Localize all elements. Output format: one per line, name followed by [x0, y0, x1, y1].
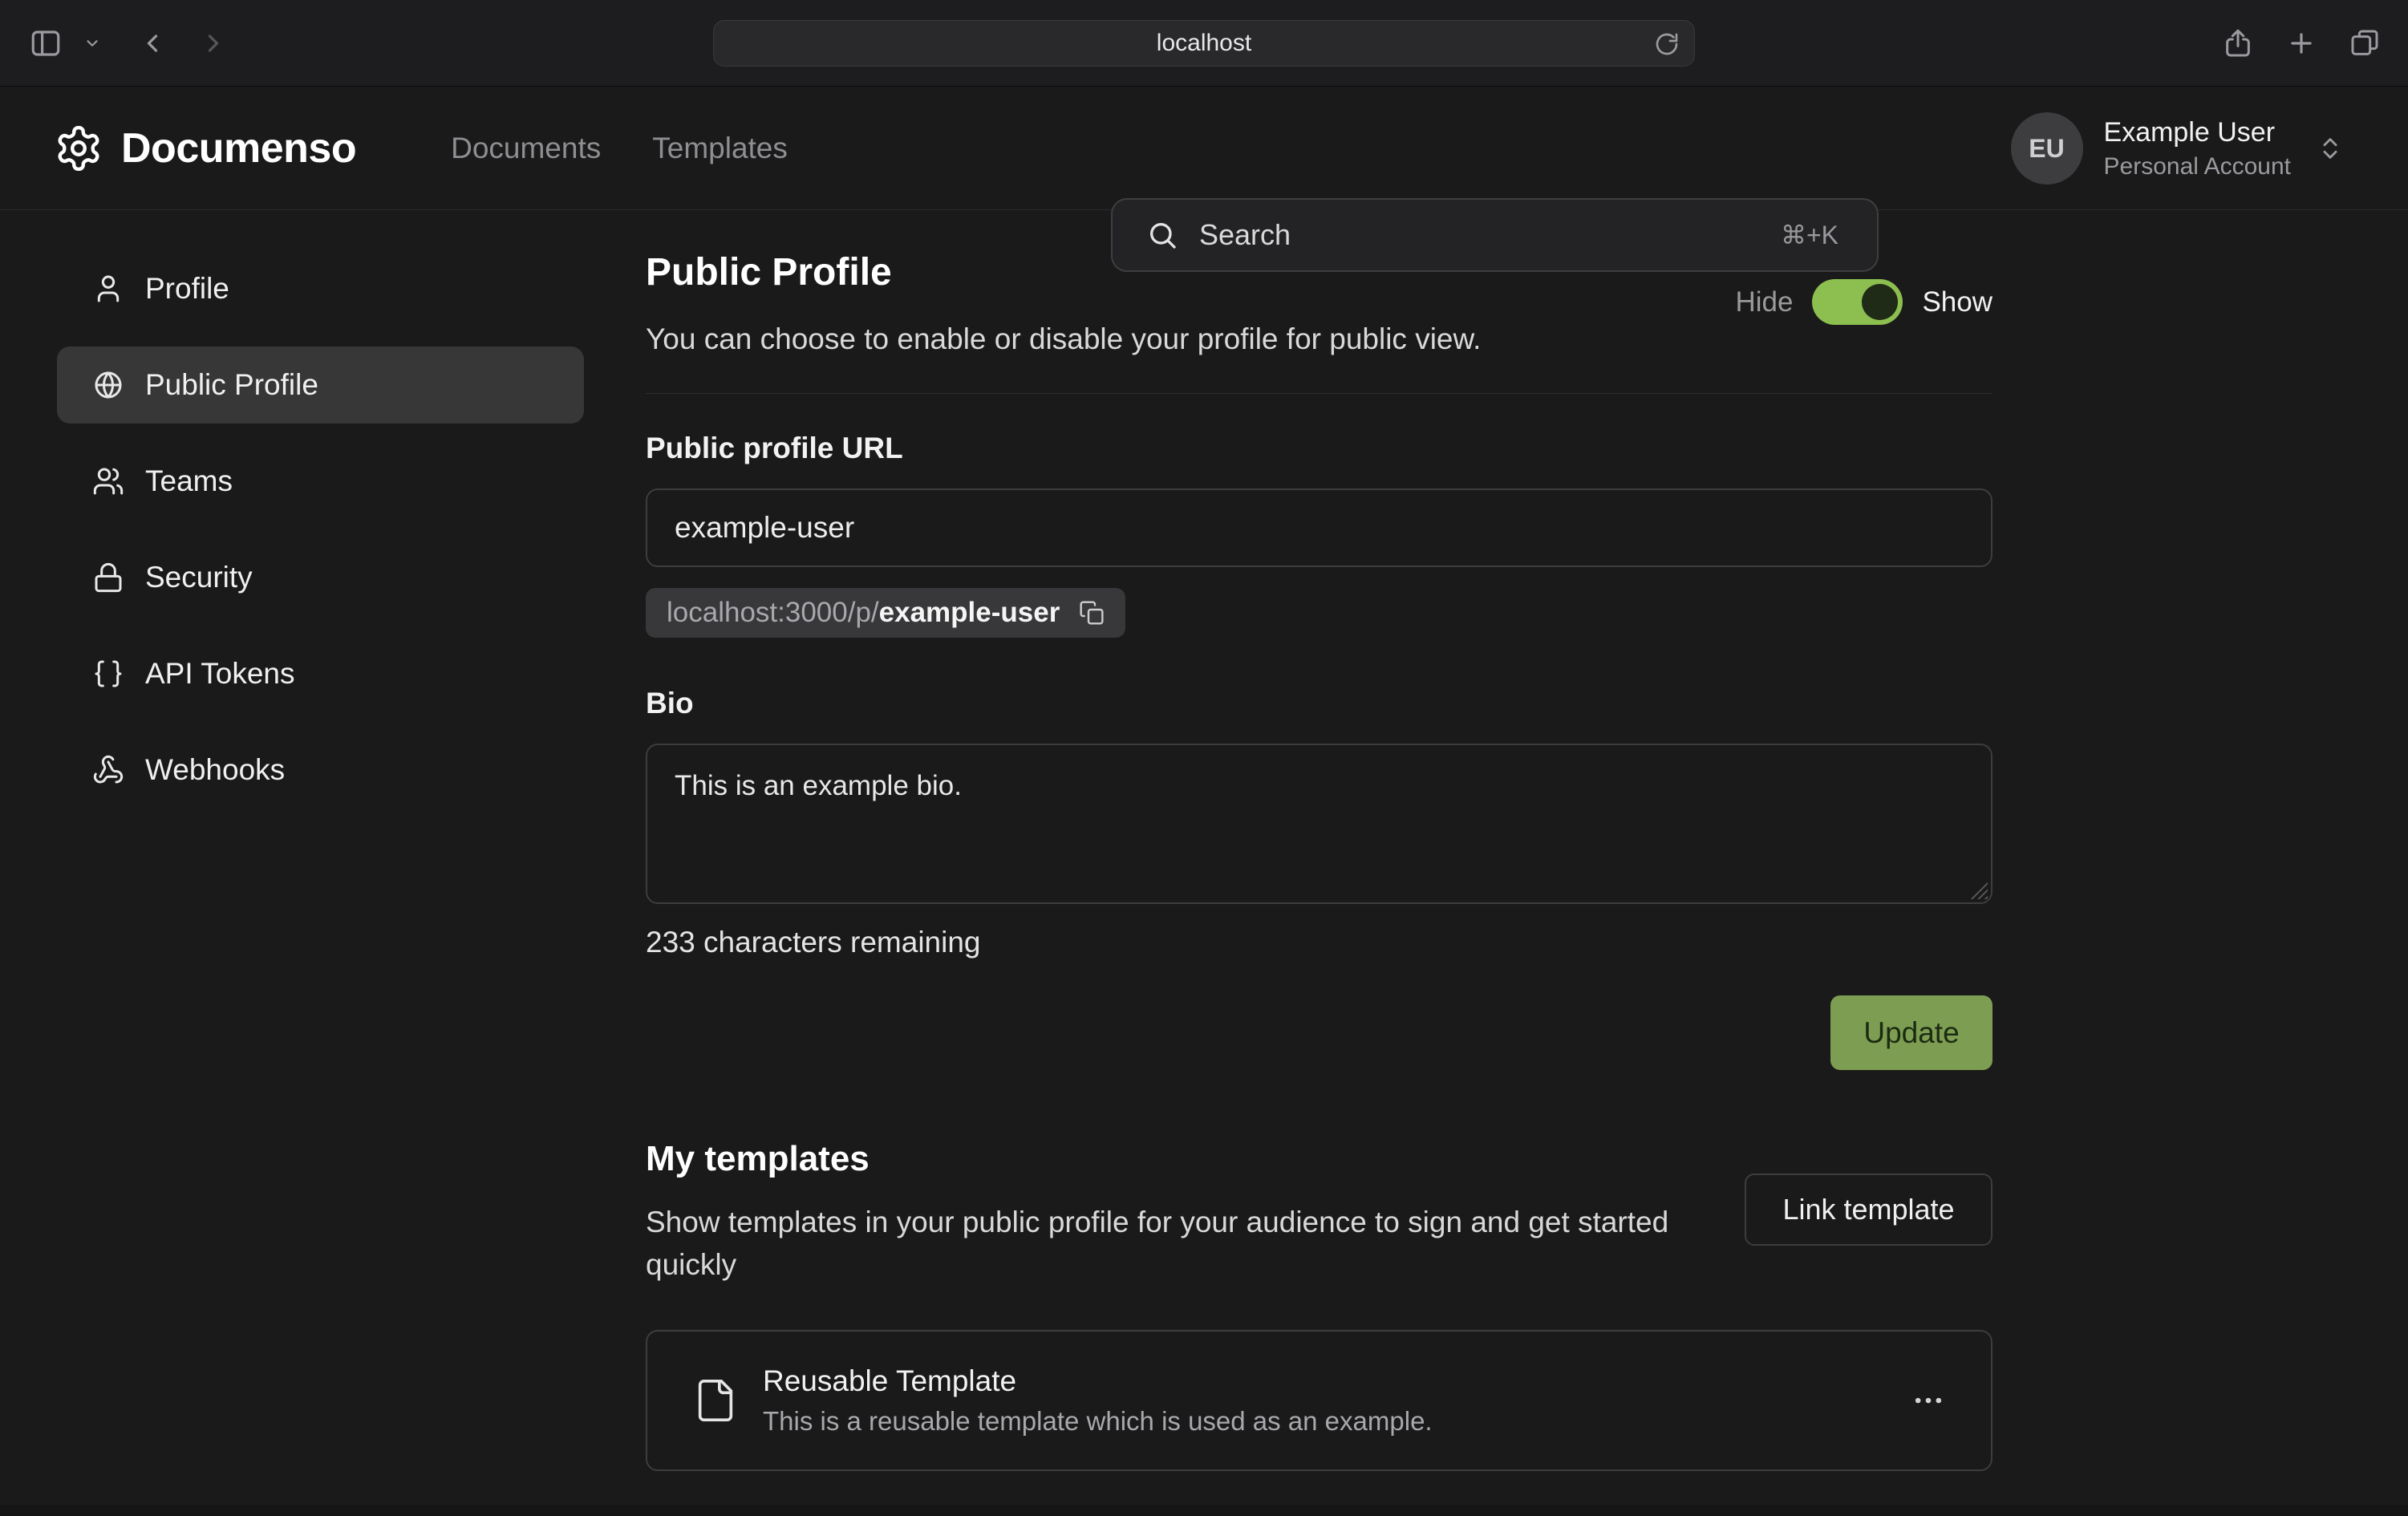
sidebar-item-api-tokens[interactable]: API Tokens	[57, 635, 584, 712]
avatar: EU	[2011, 112, 2083, 184]
template-description: This is a reusable template which is use…	[763, 1406, 1433, 1437]
back-button-icon[interactable]	[138, 29, 167, 58]
section-divider	[646, 393, 1992, 394]
sidebar-item-label: API Tokens	[145, 657, 294, 691]
account-menu[interactable]: EU Example User Personal Account	[2011, 87, 2344, 210]
globe-icon	[92, 369, 124, 401]
url-bar[interactable]: localhost	[713, 20, 1695, 67]
sidebar-item-label: Webhooks	[145, 753, 285, 787]
chevron-down-icon[interactable]	[83, 34, 101, 52]
toggle-knob	[1862, 284, 1898, 320]
brand-name: Documenso	[121, 124, 356, 172]
profile-url-prefix: localhost:3000/p/	[667, 597, 879, 629]
forward-button-icon[interactable]	[199, 29, 228, 58]
nav-documents[interactable]: Documents	[451, 132, 601, 165]
page-subtitle: You can choose to enable or disable your…	[646, 322, 1481, 356]
bio-label: Bio	[646, 687, 694, 720]
visibility-toggle-row: Hide Show	[1735, 279, 1992, 325]
sidebar-item-label: Public Profile	[145, 368, 318, 402]
nav-templates[interactable]: Templates	[652, 132, 788, 165]
public-profile-settings: Public Profile You can choose to enable …	[646, 210, 1992, 1516]
public-profile-url-label: Public profile URL	[646, 432, 903, 465]
file-icon	[692, 1377, 739, 1424]
bio-textarea[interactable]: This is an example bio.	[646, 744, 1992, 904]
public-profile-url-input[interactable]	[646, 488, 1992, 567]
browser-chrome: localhost	[0, 0, 2408, 87]
my-templates-description: Show templates in your public profile fo…	[646, 1202, 1713, 1286]
sidebar-toggle-icon[interactable]	[29, 26, 63, 60]
template-card: Reusable Template This is a reusable tem…	[646, 1330, 1992, 1471]
chevrons-up-down-icon	[2317, 135, 2344, 162]
sidebar-item-label: Security	[145, 561, 253, 594]
profile-url-slug: example-user	[879, 597, 1060, 629]
main-nav: Documents Templates	[451, 132, 788, 165]
documenso-logo-icon	[54, 124, 103, 173]
webhook-icon	[92, 754, 124, 786]
braces-icon	[92, 658, 124, 690]
sidebar-item-profile[interactable]: Profile	[57, 250, 584, 327]
lock-icon	[92, 561, 124, 594]
template-name: Reusable Template	[763, 1364, 1433, 1398]
profile-url-preview: localhost:3000/p/ example-user	[646, 588, 1125, 638]
show-label: Show	[1922, 286, 1992, 318]
characters-remaining: 233 characters remaining	[646, 926, 981, 959]
avatar-initials: EU	[2029, 134, 2064, 164]
link-template-button[interactable]: Link template	[1745, 1173, 1992, 1246]
page-title: Public Profile	[646, 250, 892, 294]
sidebar-item-label: Profile	[145, 272, 229, 306]
sidebar-item-webhooks[interactable]: Webhooks	[57, 732, 584, 809]
my-templates-title: My templates	[646, 1139, 870, 1179]
sidebar-item-security[interactable]: Security	[57, 539, 584, 616]
tab-overview-icon[interactable]	[2349, 27, 2381, 59]
reload-icon[interactable]	[1654, 31, 1680, 57]
settings-sidebar: Profile Public Profile Teams Security AP…	[57, 250, 584, 828]
sidebar-item-public-profile[interactable]: Public Profile	[57, 347, 584, 424]
users-icon	[92, 465, 124, 497]
ellipsis-menu-icon[interactable]	[1911, 1383, 1946, 1418]
hide-label: Hide	[1735, 286, 1793, 318]
window-bottom-edge	[0, 1505, 2408, 1516]
update-button[interactable]: Update	[1830, 995, 1992, 1070]
url-text: localhost	[1157, 30, 1251, 57]
user-icon	[92, 273, 124, 305]
user-account-type: Personal Account	[2104, 153, 2291, 180]
brand[interactable]: Documenso	[54, 124, 356, 173]
app-header: Documenso Documents Templates Search ⌘+K…	[0, 87, 2408, 210]
new-tab-icon[interactable]	[2286, 28, 2317, 59]
share-icon[interactable]	[2222, 27, 2254, 59]
copy-icon[interactable]	[1079, 600, 1105, 626]
sidebar-item-label: Teams	[145, 464, 233, 498]
profile-visibility-toggle[interactable]	[1812, 279, 1903, 325]
user-name: Example User	[2104, 117, 2291, 148]
sidebar-item-teams[interactable]: Teams	[57, 443, 584, 520]
